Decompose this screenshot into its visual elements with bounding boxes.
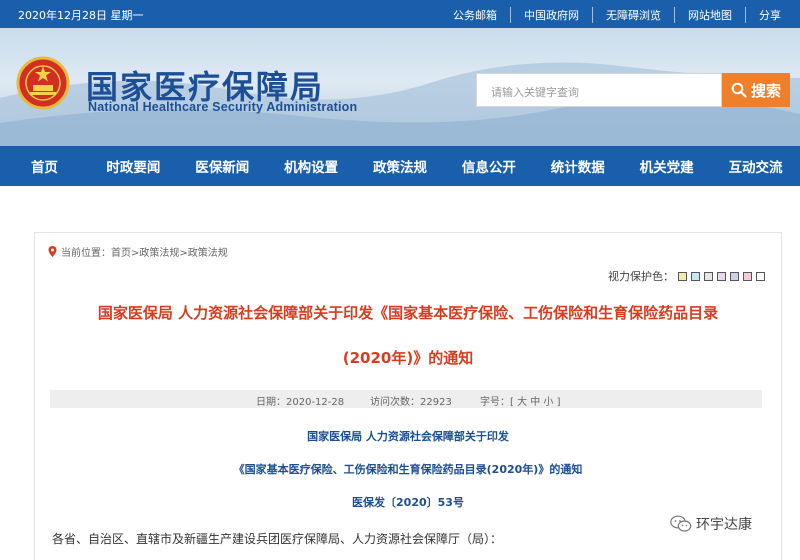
national-emblem-icon bbox=[16, 56, 70, 110]
color-swatch-white[interactable] bbox=[756, 271, 765, 281]
vision-label: 视力保护色： bbox=[608, 270, 674, 283]
search-button[interactable]: 搜索 bbox=[722, 73, 790, 107]
article-title-line2: (2020年)》的通知 bbox=[342, 349, 474, 367]
meta-font-size[interactable]: 字号：[ 大 中 小 ] bbox=[480, 393, 561, 408]
search-button-label: 搜索 bbox=[750, 81, 781, 100]
link-gov-portal[interactable]: 中国政府网 bbox=[510, 7, 592, 23]
watermark-text: 环宇达康 bbox=[696, 517, 752, 533]
org-name-english[interactable]: National Healthcare Security Administrat… bbox=[88, 100, 357, 114]
wechat-icon bbox=[670, 515, 692, 532]
color-swatch-purple[interactable] bbox=[730, 271, 739, 281]
nav-statistics[interactable]: 统计数据 bbox=[533, 146, 622, 186]
nav-current-affairs[interactable]: 时政要闻 bbox=[89, 146, 178, 186]
nav-interaction[interactable]: 互动交流 bbox=[711, 146, 800, 186]
color-swatch-lavender[interactable] bbox=[717, 271, 726, 281]
color-swatch-yellow[interactable] bbox=[678, 271, 687, 281]
header-banner: 国家医疗保障局 National Healthcare Security Adm… bbox=[0, 28, 800, 146]
nav-info-disclosure[interactable]: 信息公开 bbox=[444, 146, 533, 186]
nav-party-building[interactable]: 机关党建 bbox=[622, 146, 711, 186]
main-nav: 首页 时政要闻 医保新闻 机构设置 政策法规 信息公开 统计数据 机关党建 互动… bbox=[0, 146, 800, 186]
article-title-line1: 国家医保局 人力资源社会保障部关于印发《国家基本医疗保险、工伤保险和生育保险药品… bbox=[97, 304, 719, 322]
breadcrumb-text[interactable]: 当前位置：首页>政策法规>政策法规 bbox=[61, 244, 228, 259]
search-input[interactable]: 请输入关键字查询 bbox=[476, 73, 722, 107]
breadcrumb: 当前位置：首页>政策法规>政策法规 bbox=[48, 244, 228, 259]
link-share[interactable]: 分享 bbox=[745, 7, 794, 23]
meta-views: 访问次数：22923 bbox=[370, 397, 452, 408]
article-meta: 日期：2020-12-28 访问次数：22923 字号：[ 大 中 小 ] bbox=[50, 390, 762, 408]
top-links: 公务邮箱 中国政府网 无障碍浏览 网站地图 分享 bbox=[440, 7, 794, 23]
watermark: 环宇达康 bbox=[670, 514, 752, 534]
location-pin-icon bbox=[48, 246, 57, 257]
doc-heading-2: 《国家基本医疗保险、工伤保险和生育保险药品目录(2020年)》的通知 bbox=[233, 463, 583, 476]
color-swatch-gray[interactable] bbox=[704, 271, 713, 281]
nav-home[interactable]: 首页 bbox=[0, 146, 89, 186]
nav-healthcare-news[interactable]: 医保新闻 bbox=[178, 146, 267, 186]
top-bar: 2020年12月28日 星期一 公务邮箱 中国政府网 无障碍浏览 网站地图 分享 bbox=[0, 0, 800, 28]
nav-organization[interactable]: 机构设置 bbox=[267, 146, 356, 186]
current-date: 2020年12月28日 星期一 bbox=[18, 9, 144, 22]
link-accessibility[interactable]: 无障碍浏览 bbox=[592, 7, 674, 23]
meta-date: 日期：2020-12-28 bbox=[256, 397, 345, 408]
color-swatch-cyan[interactable] bbox=[691, 271, 700, 281]
link-sitemap[interactable]: 网站地图 bbox=[674, 7, 745, 23]
first-paragraph: 各省、自治区、直辖市及新疆生产建设兵团医疗保障局、人力资源社会保障厅（局）： bbox=[52, 532, 503, 546]
search-icon bbox=[731, 82, 747, 98]
doc-number: 医保发〔2020〕53号 bbox=[352, 496, 464, 509]
doc-heading-1: 国家医保局 人力资源社会保障部关于印发 bbox=[307, 430, 509, 443]
link-mailbox[interactable]: 公务邮箱 bbox=[440, 7, 510, 23]
color-swatch-pink[interactable] bbox=[743, 271, 752, 281]
nav-policies[interactable]: 政策法规 bbox=[356, 146, 445, 186]
vision-protection-colors: 视力保护色： bbox=[608, 268, 765, 284]
